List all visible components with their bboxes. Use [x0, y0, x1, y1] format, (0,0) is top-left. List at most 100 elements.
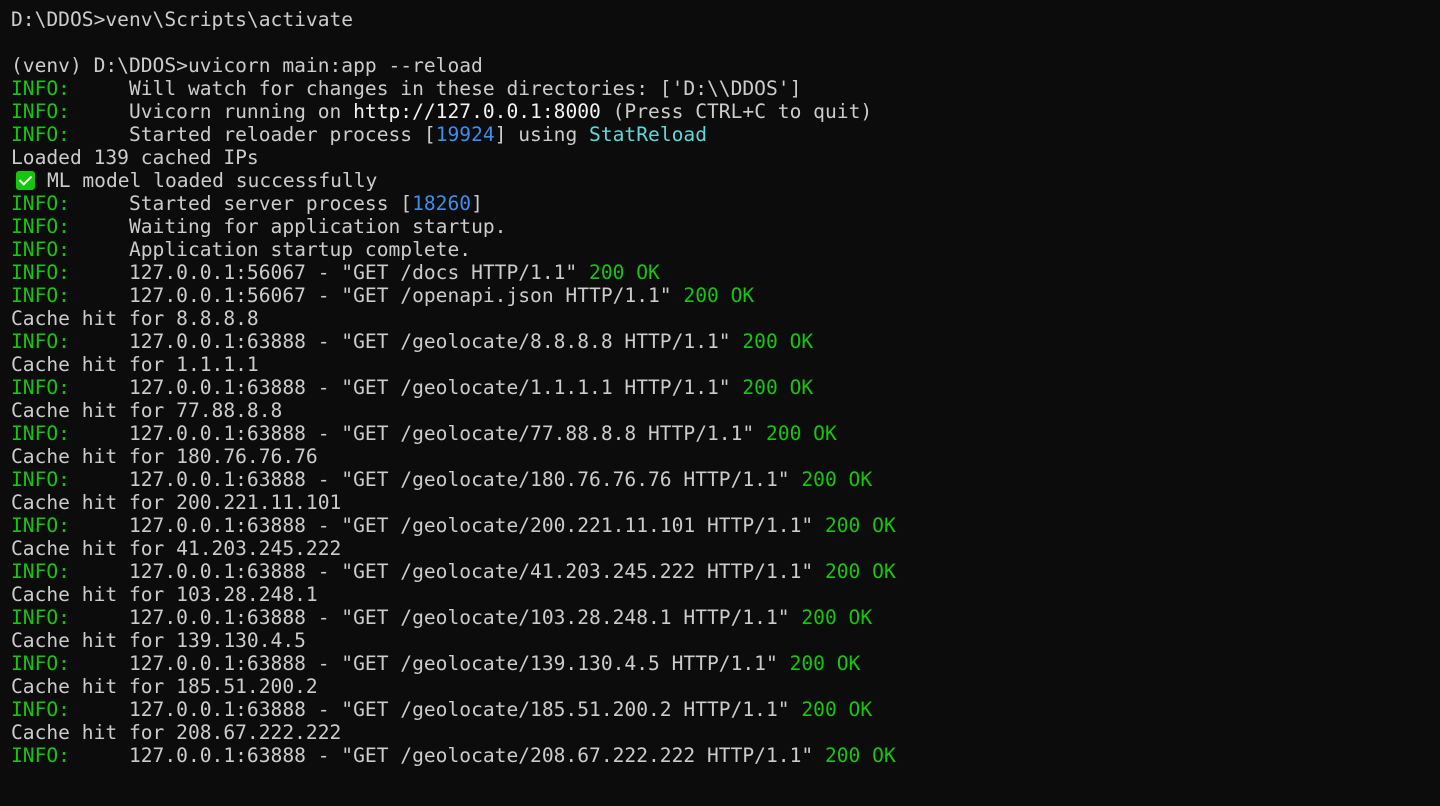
status-code: 200 OK — [801, 698, 873, 721]
terminal-line: INFO: Started server process [18260] — [11, 192, 1429, 215]
log-message-text: 127.0.0.1:63888 - "GET /geolocate/8.8.8.… — [128, 330, 743, 353]
terminal-line: INFO: 127.0.0.1:56067 - "GET /docs HTTP/… — [11, 261, 1429, 284]
terminal-line-text: Cache hit for 1.1.1.1 — [11, 353, 259, 376]
log-level-padding — [70, 468, 129, 491]
log-level-padding — [70, 192, 129, 215]
terminal-line: Cache hit for 185.51.200.2 — [11, 675, 1429, 698]
terminal-line-text: Cache hit for 180.76.76.76 — [11, 445, 318, 468]
log-level-padding — [70, 100, 129, 123]
status-code: 200 OK — [801, 606, 873, 629]
log-message-text: Started reloader process [ — [128, 123, 436, 146]
log-message-text: Started server process [ — [128, 192, 413, 215]
log-level-label: INFO: — [11, 744, 70, 767]
status-code: 200 OK — [683, 284, 755, 307]
terminal-line: INFO: Uvicorn running on http://127.0.0.… — [11, 100, 1429, 123]
log-level-label: INFO: — [11, 238, 70, 261]
log-level-label: INFO: — [11, 652, 70, 675]
log-level-padding — [70, 652, 129, 675]
log-message-text: 127.0.0.1:56067 - "GET /openapi.json HTT… — [128, 284, 684, 307]
log-level-padding — [70, 376, 129, 399]
log-level-label: INFO: — [11, 100, 70, 123]
terminal-line: Cache hit for 180.76.76.76 — [11, 445, 1429, 468]
terminal-line: Cache hit for 208.67.222.222 — [11, 721, 1429, 744]
terminal-line: INFO: 127.0.0.1:63888 - "GET /geolocate/… — [11, 514, 1429, 537]
terminal-line: INFO: 127.0.0.1:63888 - "GET /geolocate/… — [11, 744, 1429, 767]
status-code: 200 OK — [824, 744, 896, 767]
log-message-text: 127.0.0.1:63888 - "GET /geolocate/208.67… — [128, 744, 825, 767]
terminal-line-text: Cache hit for 185.51.200.2 — [11, 675, 318, 698]
log-message-text: 127.0.0.1:63888 - "GET /geolocate/41.203… — [128, 560, 825, 583]
log-level-padding — [70, 606, 129, 629]
log-message-text: Uvicorn running on — [128, 100, 354, 123]
process-id: 18260 — [412, 192, 472, 215]
terminal-line: Cache hit for 200.221.11.101 — [11, 491, 1429, 514]
terminal-line-text: Cache hit for 200.221.11.101 — [11, 491, 342, 514]
terminal-line-text: Cache hit for 77.88.8.8 — [11, 399, 283, 422]
status-code: 200 OK — [824, 514, 896, 537]
terminal-line: INFO: 127.0.0.1:63888 - "GET /geolocate/… — [11, 560, 1429, 583]
log-message-text: 127.0.0.1:63888 - "GET /geolocate/185.51… — [128, 698, 802, 721]
log-message-text: 127.0.0.1:56067 - "GET /docs HTTP/1.1" — [128, 261, 590, 284]
log-level-padding — [70, 77, 129, 100]
log-level-label: INFO: — [11, 192, 70, 215]
log-level-padding — [70, 215, 129, 238]
terminal-line-text: Cache hit for 103.28.248.1 — [11, 583, 318, 606]
log-level-label: INFO: — [11, 330, 70, 353]
terminal-line: Cache hit for 103.28.248.1 — [11, 583, 1429, 606]
log-message-text: Waiting for application startup. — [128, 215, 507, 238]
status-code: 200 OK — [789, 652, 861, 675]
terminal-line: Cache hit for 1.1.1.1 — [11, 353, 1429, 376]
log-level-padding — [70, 698, 129, 721]
log-message-text: Will watch for changes in these director… — [128, 77, 802, 100]
log-level-padding — [70, 744, 129, 767]
log-level-label: INFO: — [11, 468, 70, 491]
log-message-text: (Press CTRL+C to quit) — [600, 100, 873, 123]
terminal-line: INFO: Application startup complete. — [11, 238, 1429, 261]
terminal-output[interactable]: D:\DDOS>venv\Scripts\activate (venv) D:\D… — [0, 0, 1440, 806]
log-message-text: ] — [471, 192, 483, 215]
status-code: 200 OK — [765, 422, 837, 445]
log-level-padding — [70, 238, 129, 261]
process-id: 19924 — [435, 123, 495, 146]
log-message-text: 127.0.0.1:63888 - "GET /geolocate/200.22… — [128, 514, 825, 537]
terminal-line-text: Cache hit for 139.130.4.5 — [11, 629, 306, 652]
terminal-line: (venv) D:\DDOS>uvicorn main:app --reload — [11, 54, 1429, 77]
terminal-line: INFO: 127.0.0.1:63888 - "GET /geolocate/… — [11, 468, 1429, 491]
terminal-line: D:\DDOS>venv\Scripts\activate — [11, 8, 1429, 31]
status-code: 200 OK — [801, 468, 873, 491]
log-level-label: INFO: — [11, 698, 70, 721]
log-level-padding — [70, 330, 129, 353]
terminal-line: INFO: 127.0.0.1:63888 - "GET /geolocate/… — [11, 652, 1429, 675]
terminal-line-text: Cache hit for 208.67.222.222 — [11, 721, 342, 744]
terminal-line: INFO: 127.0.0.1:63888 - "GET /geolocate/… — [11, 376, 1429, 399]
status-code: 200 OK — [589, 261, 660, 284]
terminal-line: INFO: Started reloader process [19924] u… — [11, 123, 1429, 146]
log-message-text: 127.0.0.1:63888 - "GET /geolocate/77.88.… — [128, 422, 766, 445]
log-level-padding — [70, 422, 129, 445]
terminal-line-text: Cache hit for 8.8.8.8 — [11, 307, 259, 330]
log-level-label: INFO: — [11, 514, 70, 537]
terminal-line: INFO: 127.0.0.1:63888 - "GET /geolocate/… — [11, 698, 1429, 721]
status-code: 200 OK — [742, 330, 814, 353]
log-level-label: INFO: — [11, 261, 70, 284]
terminal-line: Cache hit for 139.130.4.5 — [11, 629, 1429, 652]
log-level-padding — [70, 123, 129, 146]
check-mark-icon — [16, 171, 35, 190]
status-code: 200 OK — [824, 560, 896, 583]
log-message-text: 127.0.0.1:63888 - "GET /geolocate/180.76… — [128, 468, 802, 491]
terminal-line-text: Loaded 139 cached IPs — [11, 146, 259, 169]
log-level-label: INFO: — [11, 77, 70, 100]
log-message-text: ] using — [494, 123, 590, 146]
log-level-label: INFO: — [11, 284, 70, 307]
terminal-line-text: (venv) D:\DDOS>uvicorn main:app --reload — [11, 54, 483, 77]
terminal-line-text: Cache hit for 41.203.245.222 — [11, 537, 342, 560]
status-code: 200 OK — [742, 376, 814, 399]
log-level-label: INFO: — [11, 560, 70, 583]
log-level-label: INFO: — [11, 376, 70, 399]
log-level-label: INFO: — [11, 123, 70, 146]
log-message-text: 127.0.0.1:63888 - "GET /geolocate/103.28… — [128, 606, 802, 629]
terminal-line: INFO: 127.0.0.1:63888 - "GET /geolocate/… — [11, 606, 1429, 629]
log-level-label: INFO: — [11, 606, 70, 629]
log-level-padding — [70, 514, 129, 537]
